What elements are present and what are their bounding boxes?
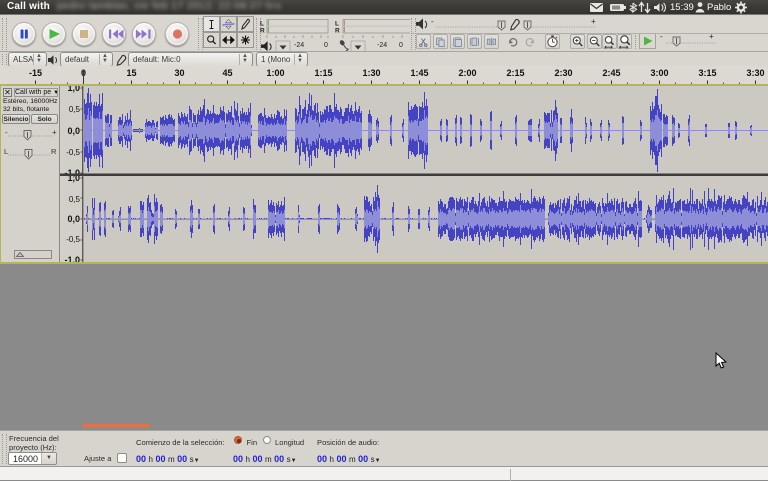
svg-text:2:45: 2:45 bbox=[602, 68, 620, 78]
svg-text:45: 45 bbox=[222, 68, 232, 78]
svg-text:0,5: 0,5 bbox=[69, 105, 81, 114]
svg-text:R: R bbox=[51, 147, 57, 156]
svg-text:-: - bbox=[660, 33, 663, 41]
svg-text:-15: -15 bbox=[29, 68, 42, 78]
svg-text:+: + bbox=[591, 17, 596, 26]
svg-text:15: 15 bbox=[126, 68, 136, 78]
svg-text:3:30: 3:30 bbox=[746, 68, 764, 78]
svg-text:2:15: 2:15 bbox=[506, 68, 524, 78]
svg-text:+: + bbox=[709, 33, 714, 41]
svg-text:-: - bbox=[5, 128, 8, 137]
svg-text:1:15: 1:15 bbox=[314, 68, 332, 78]
svg-text:R: R bbox=[335, 28, 340, 35]
svg-text:0,0: 0,0 bbox=[67, 126, 80, 136]
svg-text:2:30: 2:30 bbox=[554, 68, 572, 78]
svg-text:-24: -24 bbox=[377, 42, 387, 49]
svg-text:-24: -24 bbox=[294, 42, 304, 49]
svg-text:0,5: 0,5 bbox=[69, 195, 81, 204]
svg-text:0: 0 bbox=[399, 42, 403, 49]
svg-text:2:00: 2:00 bbox=[458, 68, 476, 78]
svg-text:R: R bbox=[260, 28, 265, 35]
svg-text:3:15: 3:15 bbox=[698, 68, 716, 78]
svg-text:1,0: 1,0 bbox=[67, 86, 80, 93]
svg-text:1:00: 1:00 bbox=[266, 68, 284, 78]
svg-text:0: 0 bbox=[324, 42, 328, 49]
svg-text:L: L bbox=[335, 21, 339, 28]
svg-text:-0,5: -0,5 bbox=[66, 148, 80, 157]
svg-text:-0,5: -0,5 bbox=[66, 235, 80, 244]
svg-text:30: 30 bbox=[174, 68, 184, 78]
svg-text:3:00: 3:00 bbox=[650, 68, 668, 78]
svg-text:-: - bbox=[431, 17, 434, 26]
svg-text:L: L bbox=[260, 21, 264, 28]
svg-text:1:30: 1:30 bbox=[362, 68, 380, 78]
svg-text:+: + bbox=[52, 128, 57, 137]
svg-text:L: L bbox=[4, 147, 8, 156]
svg-text:0,0: 0,0 bbox=[67, 214, 80, 224]
svg-text:1:45: 1:45 bbox=[410, 68, 428, 78]
